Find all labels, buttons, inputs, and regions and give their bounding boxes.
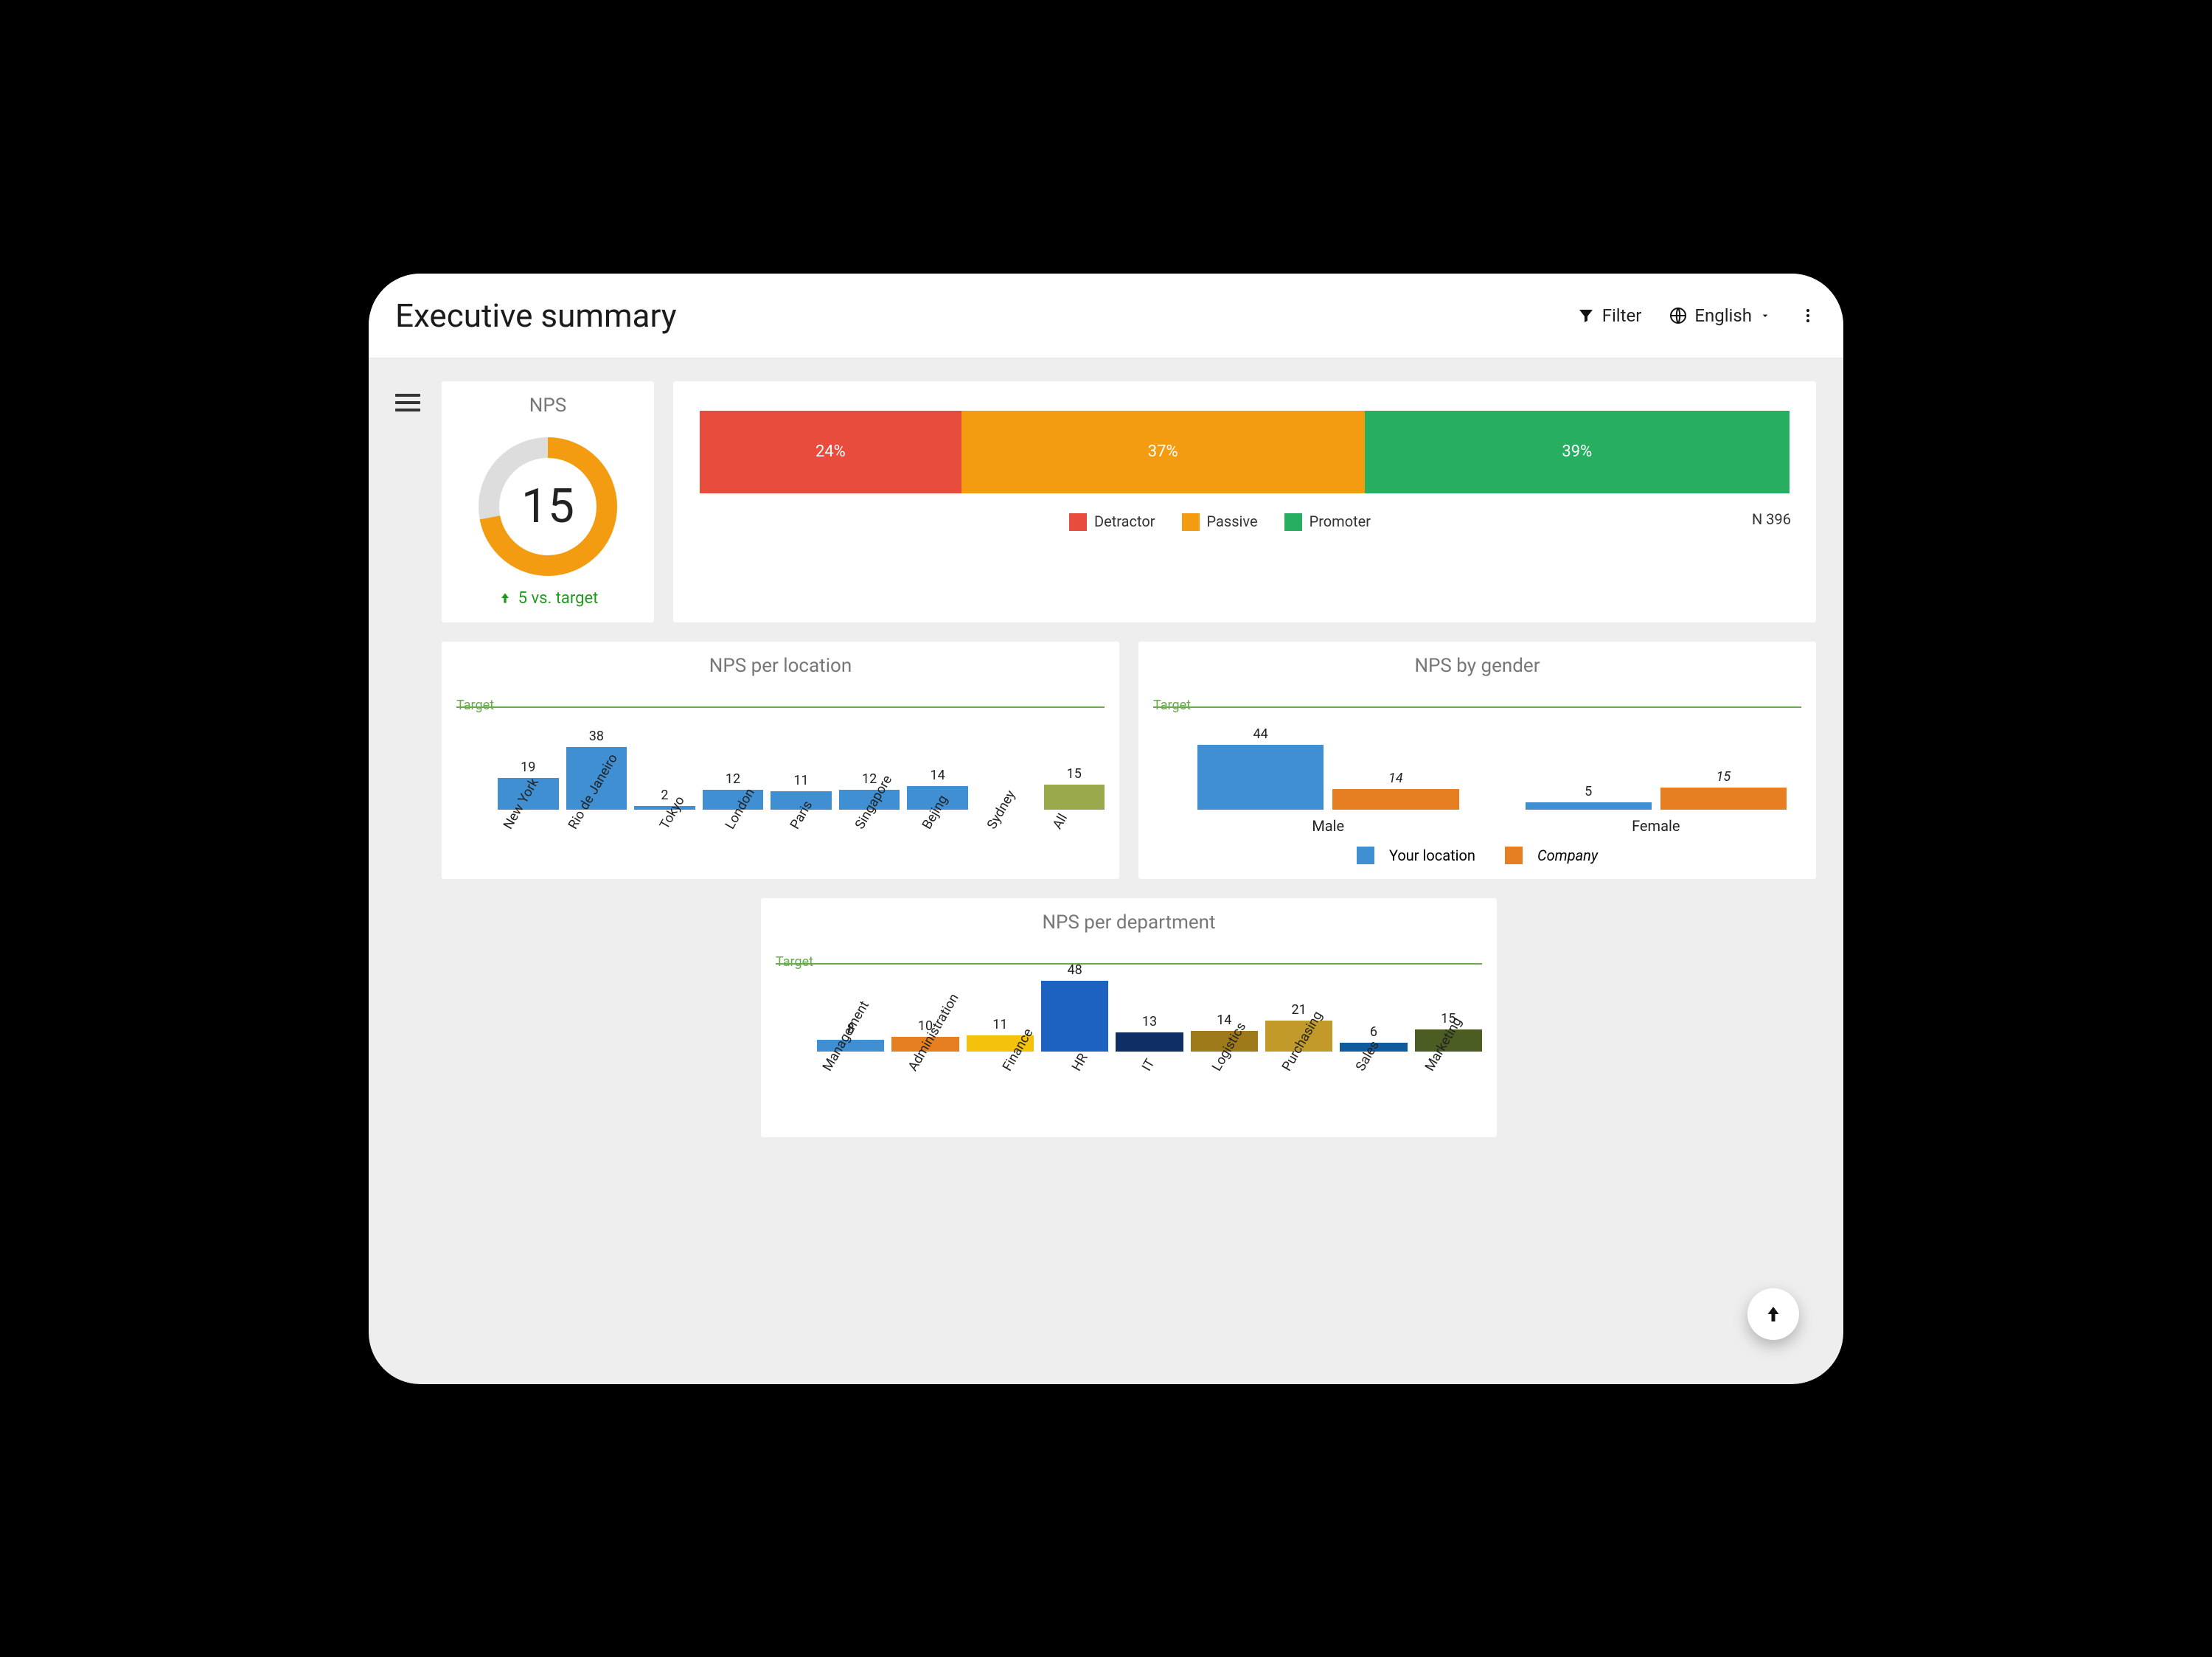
chevron-down-icon	[1759, 310, 1771, 322]
filter-label: Filter	[1602, 305, 1642, 326]
legend-item: Company	[1505, 847, 1598, 864]
scroll-top-button[interactable]	[1747, 1288, 1799, 1340]
filter-icon	[1577, 307, 1595, 324]
stack-segment-passive: 37%	[961, 411, 1365, 493]
nps-gender-card: NPS by gender Target 4414515 MaleFemale …	[1138, 641, 1817, 880]
nps-stacked-legend: Detractor Passive Promoter	[688, 513, 1752, 532]
nps-gender-title: NPS by gender	[1153, 655, 1801, 677]
tablet-frame: Executive summary Filter English NPS	[369, 274, 1843, 1384]
stack-segment-detractor: 24%	[700, 411, 961, 493]
nps-gender-bars: Target 4414515	[1153, 706, 1801, 810]
overflow-menu-icon[interactable]	[1799, 307, 1817, 324]
gender-group: 5 15	[1526, 706, 1787, 810]
nps-n-value: N 396	[1752, 510, 1801, 528]
nps-value: 15	[474, 433, 622, 580]
nps-gender-legend: Your location Company	[1153, 847, 1801, 864]
filter-button[interactable]: Filter	[1577, 305, 1642, 326]
nps-stacked-bar: 24%37%39%	[700, 411, 1790, 493]
bar: 14	[1332, 771, 1458, 810]
nps-delta: 5 vs. target	[498, 589, 599, 608]
stack-segment-promoter: 39%	[1365, 411, 1790, 493]
nps-gauge-card: NPS 15 5 vs. target	[441, 381, 655, 623]
bar: 5	[1526, 784, 1652, 810]
language-dropdown[interactable]: English	[1669, 305, 1771, 326]
nps-location-xlabels: New YorkRio de JaneiroTokyoLondonParisSi…	[456, 814, 1105, 860]
nps-location-title: NPS per location	[456, 655, 1105, 677]
globe-icon	[1669, 307, 1687, 324]
menu-button[interactable]	[395, 389, 420, 1358]
nps-department-title: NPS per department	[776, 911, 1482, 934]
legend-item: Passive	[1182, 513, 1258, 532]
legend-item: Your location	[1357, 847, 1475, 864]
x-label: Female	[1526, 817, 1787, 835]
x-label: Male	[1197, 817, 1459, 835]
top-bar: Executive summary Filter English	[369, 274, 1843, 358]
target-label: Target	[456, 698, 494, 713]
bar: 15	[1660, 769, 1787, 810]
nps-delta-text: 5 vs. target	[518, 589, 599, 608]
legend-item: Promoter	[1284, 513, 1371, 532]
page-title: Executive summary	[395, 296, 677, 335]
bar: 44	[1197, 726, 1324, 810]
nps-location-card: NPS per location Target 193821211121415 …	[441, 641, 1120, 880]
target-label: Target	[776, 954, 813, 970]
arrow-up-icon	[498, 591, 512, 605]
target-label: Target	[1153, 698, 1191, 713]
nps-gauge-title: NPS	[529, 395, 566, 417]
nps-department-card: NPS per department Target 81011481314216…	[760, 897, 1498, 1138]
nps-department-xlabels: ManagementAdministrationFinanceHRITLogis…	[776, 1056, 1482, 1122]
language-label: English	[1694, 305, 1752, 326]
legend-item: Detractor	[1069, 513, 1155, 532]
nps-distribution-card: 24%37%39% Detractor Passive Promoter N 396	[672, 381, 1817, 623]
arrow-up-icon	[1762, 1303, 1784, 1325]
gender-group: 4414	[1197, 706, 1459, 810]
